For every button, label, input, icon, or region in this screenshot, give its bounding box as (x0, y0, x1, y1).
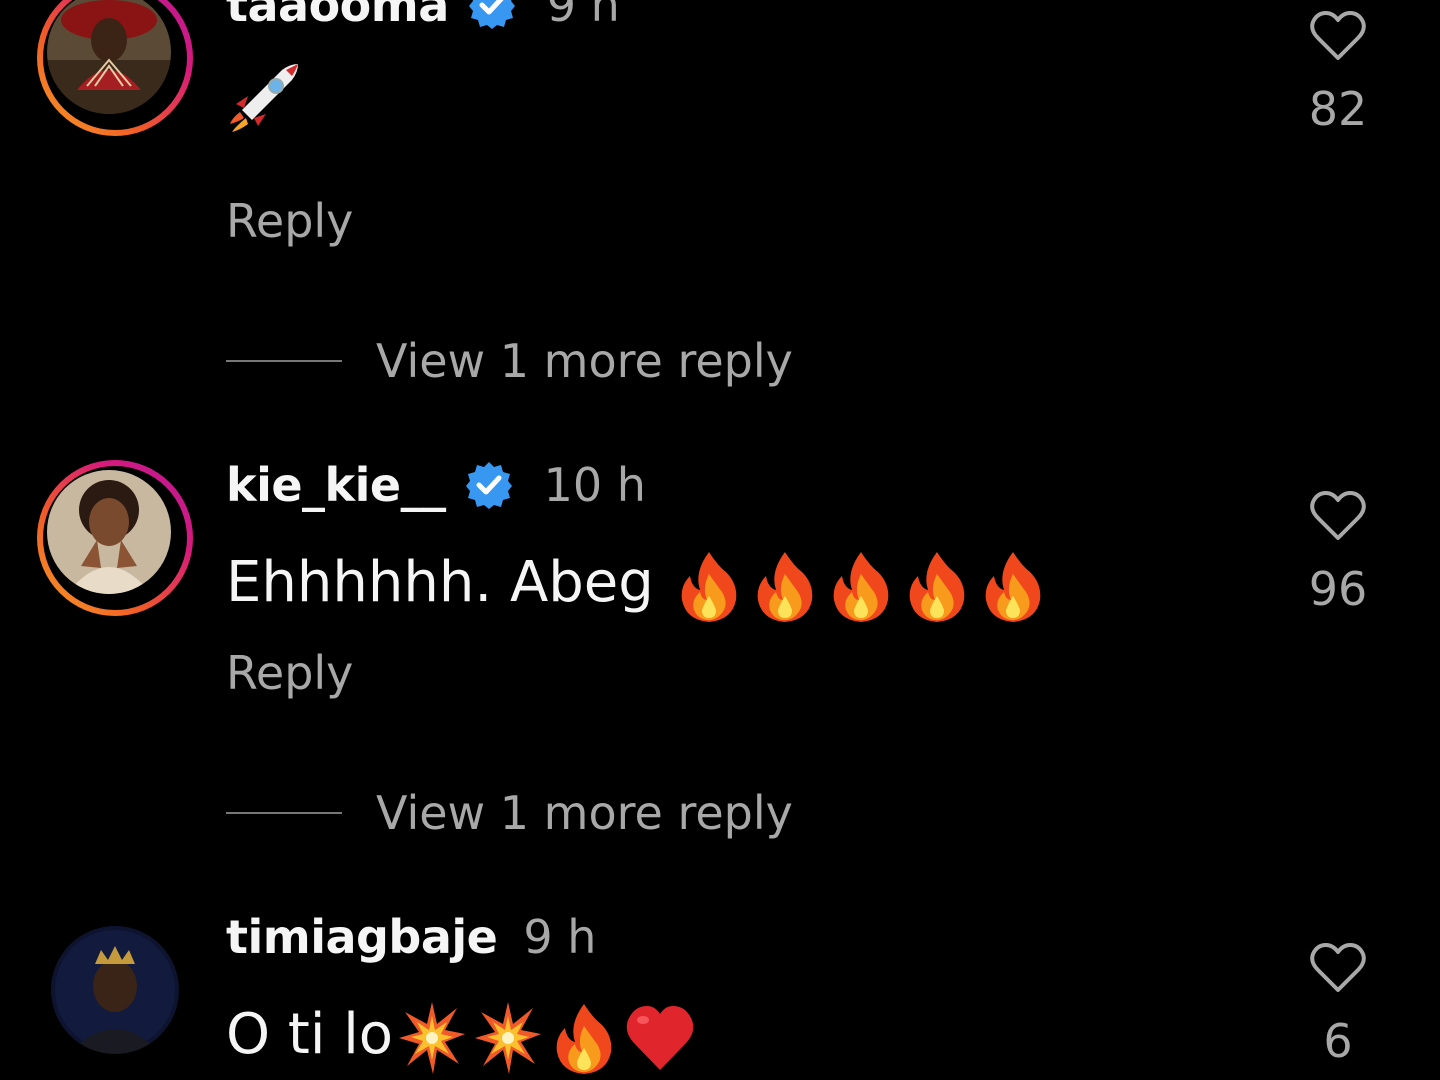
like-count: 6 (1323, 1014, 1353, 1068)
heart-outline-icon[interactable] (1310, 942, 1366, 994)
like-control: 6 (1300, 942, 1376, 1068)
comment-timestamp: 9 h (523, 910, 597, 964)
emoji-run (397, 1000, 701, 1076)
fire-emoji (556, 1004, 612, 1074)
comment-item: timiagbaje 9 h O ti lo 6 (0, 0, 1440, 1080)
username[interactable]: timiagbaje (226, 910, 498, 964)
avatar-image (51, 926, 179, 1054)
avatar[interactable] (51, 926, 179, 1054)
comment-text-body: O ti lo (226, 1002, 394, 1068)
collision-emoji (399, 1002, 466, 1074)
collision-emoji (475, 1002, 542, 1074)
comment-text: O ti lo (226, 1000, 701, 1076)
comment-header: timiagbaje 9 h (226, 910, 596, 964)
red-heart-emoji (626, 1006, 694, 1070)
